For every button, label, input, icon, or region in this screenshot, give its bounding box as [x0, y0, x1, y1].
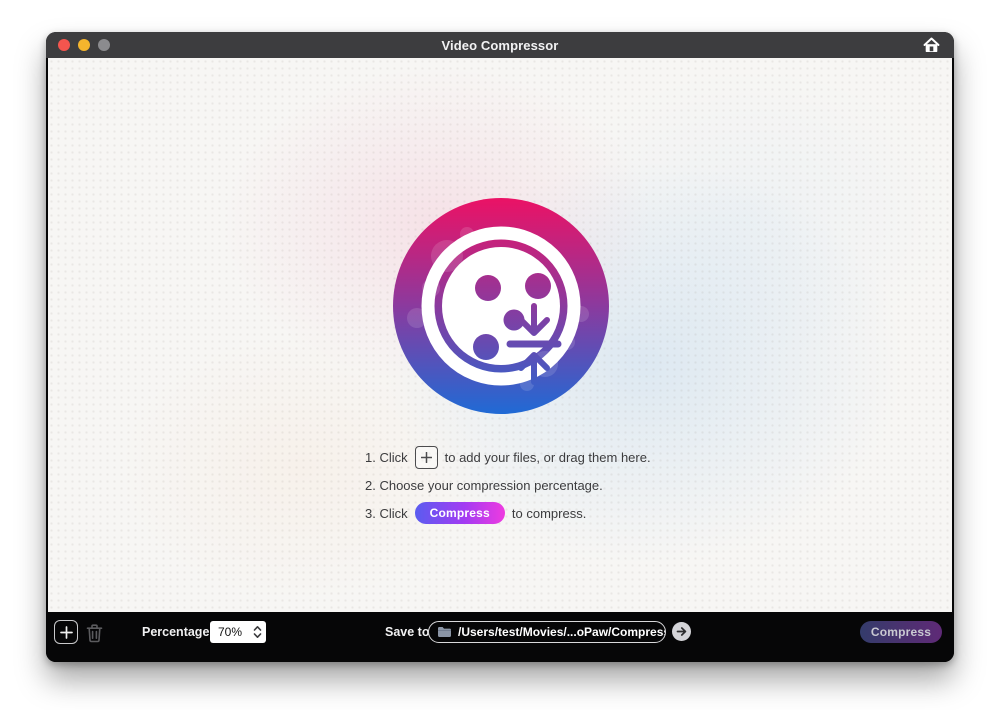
video-compressor-logo-icon [391, 196, 611, 416]
step3-prefix: 3. Click [365, 506, 408, 521]
instructions: 1. Click to add your files, or drag them… [365, 446, 651, 530]
step2-text: 2. Choose your compression percentage. [365, 478, 603, 493]
save-path-field[interactable]: /Users/test/Movies/...oPaw/Compressed [428, 621, 666, 643]
app-window: Video Compressor [46, 32, 954, 662]
percentage-stepper[interactable]: 70% [210, 621, 266, 643]
zoom-button[interactable] [98, 39, 110, 51]
step1-suffix: to add your files, or drag them here. [445, 450, 651, 465]
home-button[interactable] [922, 36, 940, 54]
window-title: Video Compressor [46, 38, 954, 53]
compress-button-illustration: Compress [415, 502, 505, 524]
drop-zone[interactable]: 1. Click to add your files, or drag them… [48, 58, 952, 612]
compress-button[interactable]: Compress [860, 621, 942, 643]
percentage-label: Percentage [142, 621, 209, 643]
add-files-button[interactable] [54, 620, 78, 644]
instruction-step-3: 3. Click Compress to compress. [365, 502, 651, 524]
close-button[interactable] [58, 39, 70, 51]
trash-icon [86, 624, 103, 643]
minimize-button[interactable] [78, 39, 90, 51]
save-to-label: Save to [385, 621, 429, 643]
title-bar: Video Compressor [46, 32, 954, 58]
open-folder-button[interactable] [672, 622, 691, 641]
bottom-toolbar: Percentage 70% Save to /Users/test/Movie… [46, 612, 954, 662]
traffic-lights [58, 39, 110, 51]
add-files-icon [415, 446, 438, 469]
arrow-right-icon [676, 626, 687, 637]
stepper-arrows-icon[interactable] [253, 625, 262, 639]
instruction-step-2: 2. Choose your compression percentage. [365, 474, 651, 496]
remove-files-button[interactable] [84, 622, 104, 644]
percentage-value: 70% [218, 625, 242, 639]
save-path-value: /Users/test/Movies/...oPaw/Compressed [458, 625, 666, 639]
home-icon [923, 37, 940, 53]
step1-prefix: 1. Click [365, 450, 408, 465]
folder-icon [437, 626, 452, 638]
instruction-step-1: 1. Click to add your files, or drag them… [365, 446, 651, 468]
step3-suffix: to compress. [512, 506, 586, 521]
plus-icon [60, 626, 73, 639]
